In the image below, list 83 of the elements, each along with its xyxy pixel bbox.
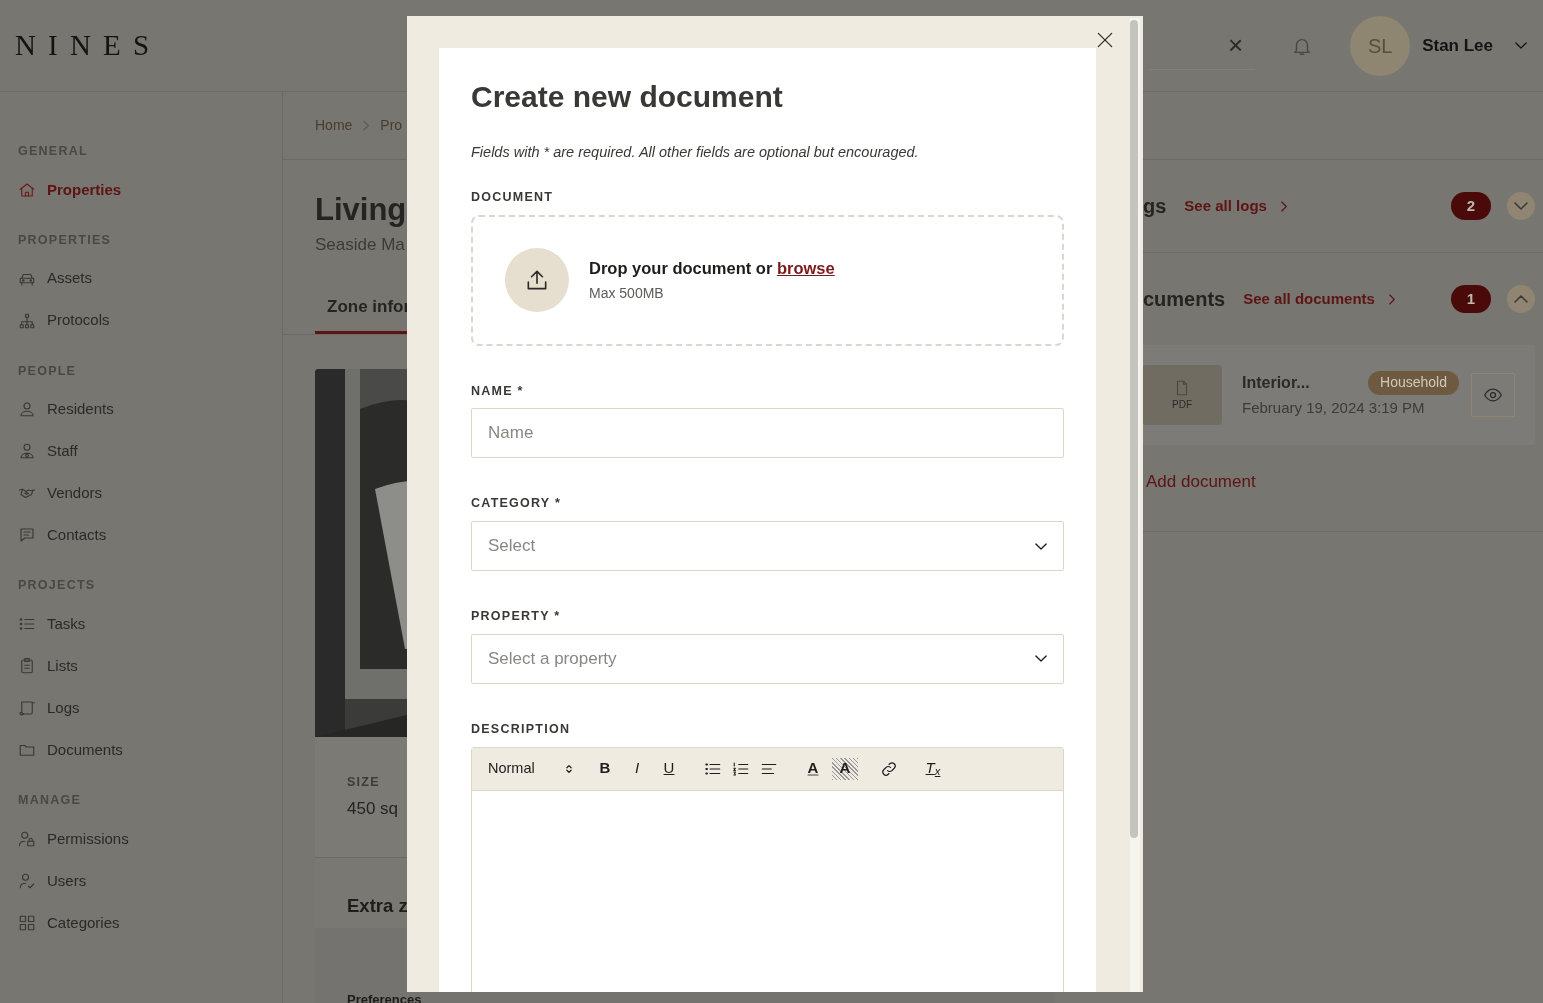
field-label: DOCUMENT (471, 188, 555, 206)
person-tie-icon (18, 442, 36, 461)
chevron-down-icon[interactable] (1515, 42, 1527, 49)
field-value: 450 sq (347, 797, 399, 820)
see-all-link[interactable]: See all logs (1184, 194, 1267, 218)
browse-link[interactable]: browse (776, 259, 835, 278)
modal-title: Create new document (471, 79, 784, 115)
numbered-list-icon (732, 759, 750, 778)
user-name[interactable]: Stan Lee (1422, 32, 1493, 59)
category-tag: Household (1368, 370, 1459, 395)
panel-title: cuments (1143, 287, 1226, 312)
list-icon (18, 615, 36, 633)
toolbar-button[interactable]: T$_{x}$ (920, 757, 946, 780)
select-field[interactable]: Select (471, 521, 1064, 571)
section-title: Extra z (347, 894, 408, 918)
chevron-right-icon (1280, 200, 1287, 212)
field-label: DESCRIPTION (471, 720, 572, 738)
field-label: SIZE (347, 774, 380, 791)
format-select[interactable]: Normal (488, 757, 574, 780)
nav-item[interactable]: Tasks (18, 603, 86, 645)
count-badge: 1 (1451, 285, 1491, 313)
sitemap-icon (18, 311, 36, 330)
grid-icon (18, 913, 36, 932)
count-badge: 2 (1451, 192, 1491, 220)
field-label: PROPERTY * (471, 608, 562, 625)
toolbar-button[interactable]: I (624, 757, 650, 780)
person-lock-icon (18, 829, 36, 848)
close-icon (1095, 30, 1115, 50)
close-button[interactable] (1095, 30, 1115, 50)
name-input[interactable]: Name (471, 408, 1064, 459)
chevron-down-icon (1514, 202, 1528, 210)
field-label: CATEGORY * (471, 495, 563, 513)
see-all-link[interactable]: See all documents (1243, 287, 1375, 311)
panel-title: gs (1143, 194, 1167, 219)
page-title: Living (315, 191, 407, 229)
drop-instruction: Drop your document or (589, 259, 774, 278)
expand-toggle[interactable] (1507, 192, 1535, 220)
sort-arrows-icon (564, 762, 574, 775)
chevron-up-icon (1514, 295, 1528, 303)
logo: NINES (15, 27, 162, 63)
file-type: PDF (1172, 397, 1192, 412)
scrollbar[interactable] (1130, 18, 1140, 992)
nav-item[interactable]: Categories (18, 901, 120, 944)
chevron-right-icon (363, 120, 370, 131)
nav-item[interactable]: Contacts (18, 514, 107, 557)
nav-item[interactable]: Users (18, 859, 87, 902)
required-note: Fields with * are required. All other fields are optional but encouraged. (471, 143, 920, 162)
link-icon (880, 759, 898, 778)
nav-item[interactable]: Permissions (18, 817, 129, 860)
view-button[interactable] (1471, 373, 1515, 417)
document-date: February 19, 2024 3:19 PM (1242, 397, 1426, 418)
search-field[interactable]: × (1150, 21, 1256, 70)
nav-item[interactable]: Properties (18, 168, 122, 211)
select-field[interactable]: Select a property (471, 633, 1064, 684)
nav-item[interactable]: Lists (18, 645, 78, 687)
chevron-down-icon (1035, 655, 1047, 663)
scrollbar-thumb[interactable] (1130, 20, 1138, 838)
nav-item[interactable]: Residents (18, 388, 114, 431)
breadcrumb-link[interactable]: Home (315, 115, 353, 136)
document-name: Interior... (1242, 372, 1310, 393)
nav-item[interactable]: Logs (18, 687, 80, 729)
field-label: NAME * (471, 382, 525, 400)
nav-item[interactable]: Protocols (18, 299, 110, 342)
size-hint: Max 500MB (589, 283, 665, 303)
toolbar-button[interactable]: U (656, 757, 682, 780)
user-avatar[interactable]: SL (1350, 15, 1411, 76)
toolbar-button[interactable]: A (800, 757, 826, 780)
page-subtitle: Seaside Ma (315, 234, 405, 256)
nav-item[interactable]: Documents (18, 729, 123, 771)
chevron-right-icon (1388, 293, 1395, 305)
person-check-icon (18, 871, 36, 890)
nav-item[interactable]: Assets (18, 257, 92, 300)
clipboard-icon (18, 657, 36, 675)
chevron-down-icon (1035, 542, 1047, 550)
person-icon (18, 400, 36, 419)
breadcrumb-link[interactable]: Pro (380, 115, 403, 136)
expand-toggle[interactable] (1507, 285, 1535, 313)
nav-item[interactable]: Vendors (18, 472, 103, 515)
toolbar-button[interactable]: B (592, 757, 618, 780)
clear-button[interactable]: × (1227, 32, 1244, 58)
toolbar-button[interactable]: A (832, 757, 858, 780)
nav-item[interactable]: Staff (18, 430, 78, 473)
drop-zone[interactable]: Drop your document or browse Max 500MB (471, 214, 1064, 346)
